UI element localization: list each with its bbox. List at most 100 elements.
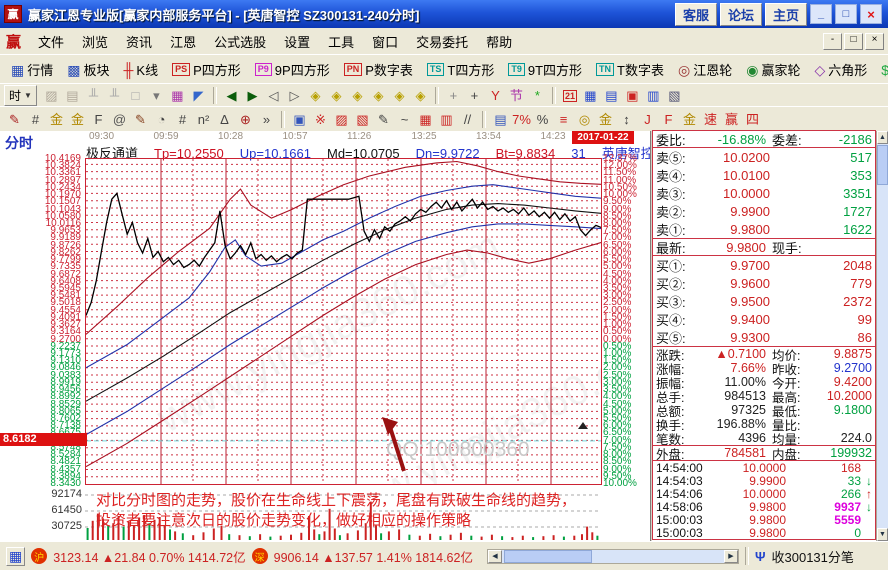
toolbar-icon[interactable]: 21: [563, 90, 577, 102]
toolbar-icon[interactable]: ◈: [410, 87, 431, 105]
toolbar-item-K线[interactable]: ╫K线: [117, 58, 166, 81]
toolbar-icon[interactable]: ▣: [622, 87, 643, 105]
toolbar-icon[interactable]: ╨: [83, 87, 104, 105]
menu-item[interactable]: 江恩: [161, 30, 205, 53]
toolbar-item-赢家服务[interactable]: $赢家服务: [874, 58, 888, 81]
minimize-button[interactable]: _: [810, 4, 832, 24]
toolbar-icon[interactable]: ▤: [490, 111, 511, 129]
toolbar-icon[interactable]: 金: [679, 111, 700, 129]
toolbar-icon[interactable]: ※: [310, 111, 331, 129]
toolbar-item-9T四方形[interactable]: T99T四方形: [501, 58, 589, 81]
toolbar-icon[interactable]: +: [443, 87, 464, 105]
toolbar-icon[interactable]: F: [88, 111, 109, 129]
toolbar-item-行情[interactable]: ▦行情: [4, 58, 60, 81]
minute-chart[interactable]: www.yingjia360.comwww.yingjia360.comQQ:1…: [85, 158, 602, 485]
toolbar-item-江恩轮[interactable]: ◎江恩轮: [671, 58, 739, 81]
toolbar-icon[interactable]: ▦: [580, 87, 601, 105]
toolbar-icon[interactable]: //: [457, 111, 478, 129]
toolbar-icon[interactable]: 速: [700, 111, 721, 129]
toolbar-item-P数字表[interactable]: PNP数字表: [337, 58, 420, 81]
shanghai-index-icon[interactable]: 沪: [31, 548, 47, 564]
toolbar-icon[interactable]: ▷: [284, 87, 305, 105]
menu-item[interactable]: 设置: [275, 30, 319, 53]
toolbar-icon[interactable]: #: [25, 111, 46, 129]
toolbar-icon[interactable]: *: [527, 87, 548, 105]
toolbar-icon[interactable]: 金: [67, 111, 88, 129]
toolbar-icon[interactable]: ╨: [104, 87, 125, 105]
toolbar-icon[interactable]: F: [658, 111, 679, 129]
maximize-button[interactable]: □: [835, 4, 857, 24]
toolbar-icon[interactable]: ✎: [130, 111, 151, 129]
mdi-window-button[interactable]: □: [844, 33, 863, 50]
mdi-window-button[interactable]: ×: [865, 33, 884, 50]
toolbar-icon[interactable]: ◔: [151, 111, 172, 129]
toolbar-icon[interactable]: 四: [742, 111, 763, 129]
toolbar-icon[interactable]: ▥: [643, 87, 664, 105]
toolbar-icon[interactable]: ▣: [289, 111, 310, 129]
menu-item[interactable]: 工具: [319, 30, 363, 53]
toolbar-icon[interactable]: ▶: [242, 87, 263, 105]
quick-button-论坛[interactable]: 论坛: [720, 3, 762, 26]
toolbar-icon[interactable]: ◈: [389, 87, 410, 105]
toolbar-icon[interactable]: #: [172, 111, 193, 129]
period-dropdown[interactable]: 时▼: [4, 85, 37, 106]
toolbar-icon[interactable]: ◈: [347, 87, 368, 105]
toolbar-icon[interactable]: ▧: [352, 111, 373, 129]
toolbar-item-T数字表[interactable]: TNT数字表: [589, 58, 671, 81]
toolbar-icon[interactable]: ✎: [4, 111, 25, 129]
toolbar-icon[interactable]: »: [256, 111, 277, 129]
menu-item[interactable]: 交易委托: [407, 30, 477, 53]
quick-button-主页[interactable]: 主页: [765, 3, 807, 26]
menu-item[interactable]: 文件: [29, 30, 73, 53]
shenzhen-index-icon[interactable]: 深: [252, 548, 268, 564]
horizontal-scroll-thumb[interactable]: [504, 550, 592, 563]
toolbar-icon[interactable]: ◀: [221, 87, 242, 105]
toolbar-icon[interactable]: Y: [485, 87, 506, 105]
menu-item[interactable]: 帮助: [477, 30, 521, 53]
toolbar-icon[interactable]: ∆: [214, 111, 235, 129]
toolbar-icon[interactable]: 金: [46, 111, 67, 129]
toolbar-icon[interactable]: ▨: [331, 111, 352, 129]
toolbar-item-9P四方形[interactable]: P99P四方形: [248, 58, 337, 81]
toolbar-icon[interactable]: □: [125, 87, 146, 105]
quick-button-客服[interactable]: 客服: [675, 3, 717, 26]
toolbar-item-板块[interactable]: ▩板块: [60, 58, 116, 81]
toolbar-icon[interactable]: 7%: [511, 111, 532, 129]
toolbar-icon[interactable]: ▧: [664, 87, 685, 105]
menu-item[interactable]: 浏览: [73, 30, 117, 53]
toolbar-icon[interactable]: ~: [394, 111, 415, 129]
menu-item[interactable]: 公式选股: [205, 30, 275, 53]
toolbar-icon[interactable]: ◁: [263, 87, 284, 105]
toolbar-icon[interactable]: J: [637, 111, 658, 129]
toolbar-icon[interactable]: 赢: [721, 111, 742, 129]
menu-item[interactable]: 窗口: [363, 30, 407, 53]
toolbar-item-赢家轮[interactable]: ◉赢家轮: [739, 58, 807, 81]
menu-item[interactable]: 资讯: [117, 30, 161, 53]
toolbar-icon[interactable]: ⊕: [235, 111, 256, 129]
toolbar-icon[interactable]: ▤: [601, 87, 622, 105]
toolbar-icon[interactable]: ▥: [436, 111, 457, 129]
horizontal-scrollbar[interactable]: ◀ ▶: [487, 549, 739, 564]
toolbar-icon[interactable]: ▦: [415, 111, 436, 129]
quote-grid-icon[interactable]: ▦: [6, 547, 25, 566]
toolbar-icon[interactable]: 节: [506, 87, 527, 105]
toolbar-item-T四方形[interactable]: TST四方形: [420, 58, 501, 81]
scroll-down-icon[interactable]: ▼: [877, 528, 888, 541]
vertical-scroll-thumb[interactable]: [877, 145, 888, 185]
toolbar-icon[interactable]: ◈: [326, 87, 347, 105]
toolbar-icon[interactable]: ▾: [146, 87, 167, 105]
mdi-window-button[interactable]: -: [823, 33, 842, 50]
toolbar-icon[interactable]: ✎: [373, 111, 394, 129]
close-button[interactable]: ×: [860, 4, 882, 24]
toolbar-icon[interactable]: ↕: [616, 111, 637, 129]
toolbar-icon[interactable]: ▦: [167, 87, 188, 105]
toolbar-icon[interactable]: ≡: [553, 111, 574, 129]
scroll-right-icon[interactable]: ▶: [724, 550, 738, 563]
toolbar-icon[interactable]: +: [464, 87, 485, 105]
toolbar-icon[interactable]: %: [532, 111, 553, 129]
toolbar-icon[interactable]: ◈: [305, 87, 326, 105]
scroll-up-icon[interactable]: ▲: [877, 131, 888, 144]
toolbar-icon[interactable]: ◤: [188, 87, 209, 105]
toolbar-icon[interactable]: @: [109, 111, 130, 129]
toolbar-icon[interactable]: ◎: [574, 111, 595, 129]
